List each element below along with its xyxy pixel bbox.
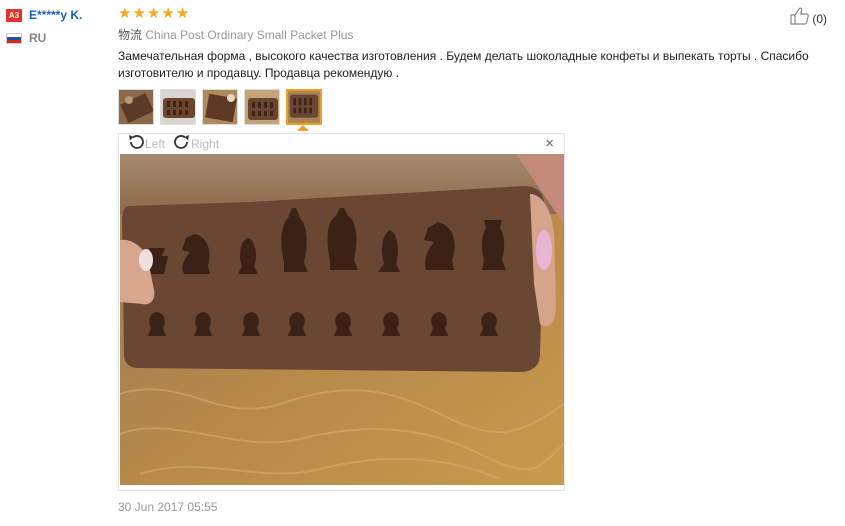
close-icon[interactable]: × xyxy=(545,136,554,151)
reviewer-info: A3 E*****y K. RU xyxy=(6,6,111,46)
photo-thumbnail-active[interactable] xyxy=(286,89,322,125)
reviewer-row: A3 E*****y K. xyxy=(6,6,111,24)
country-code: RU xyxy=(29,31,47,45)
photo-thumbnails xyxy=(118,89,328,125)
helpful-button[interactable]: (0) xyxy=(790,7,827,30)
photo-viewer: Left Right × xyxy=(118,133,565,491)
helpful-count: (0) xyxy=(812,11,827,26)
logistics-info: 物流 China Post Ordinary Small Packet Plus xyxy=(118,26,353,43)
star-icon: ★ xyxy=(118,5,132,22)
rotate-right-button[interactable]: Right xyxy=(173,133,219,156)
photo-thumbnail[interactable] xyxy=(244,89,280,125)
buyer-level-badge: A3 xyxy=(6,8,22,22)
rotate-left-icon[interactable] xyxy=(127,133,145,156)
active-thumbnail-indicator xyxy=(297,125,309,131)
star-rating: ★ ★ ★ ★ ★ xyxy=(118,6,190,21)
viewer-toolbar: Left Right × xyxy=(119,134,564,154)
star-icon: ★ xyxy=(146,5,161,22)
review-text: Замечательная форма , высокого качества … xyxy=(118,49,809,80)
thumbs-up-icon[interactable] xyxy=(790,7,810,30)
photo-thumbnail[interactable] xyxy=(202,89,238,125)
photo-thumbnail[interactable] xyxy=(160,89,196,125)
logistics-label: 物流 xyxy=(118,28,143,42)
rotate-right-label[interactable]: Right xyxy=(191,137,219,151)
russia-flag-icon xyxy=(6,32,22,44)
rotate-left-button[interactable]: Left xyxy=(127,133,165,156)
review-photo xyxy=(120,154,564,485)
rotate-right-icon[interactable] xyxy=(173,133,191,156)
star-icon: ★ xyxy=(161,5,175,22)
star-icon: ★ xyxy=(175,5,190,22)
star-icon: ★ xyxy=(132,5,146,22)
review-date: 30 Jun 2017 05:55 xyxy=(118,500,218,514)
photo-thumbnail[interactable] xyxy=(118,89,154,125)
reviewer-name[interactable]: E*****y K. xyxy=(29,8,82,22)
rotate-left-label[interactable]: Left xyxy=(145,137,165,151)
logistics-value: China Post Ordinary Small Packet Plus xyxy=(145,28,354,42)
reviewer-country: RU xyxy=(6,30,111,46)
